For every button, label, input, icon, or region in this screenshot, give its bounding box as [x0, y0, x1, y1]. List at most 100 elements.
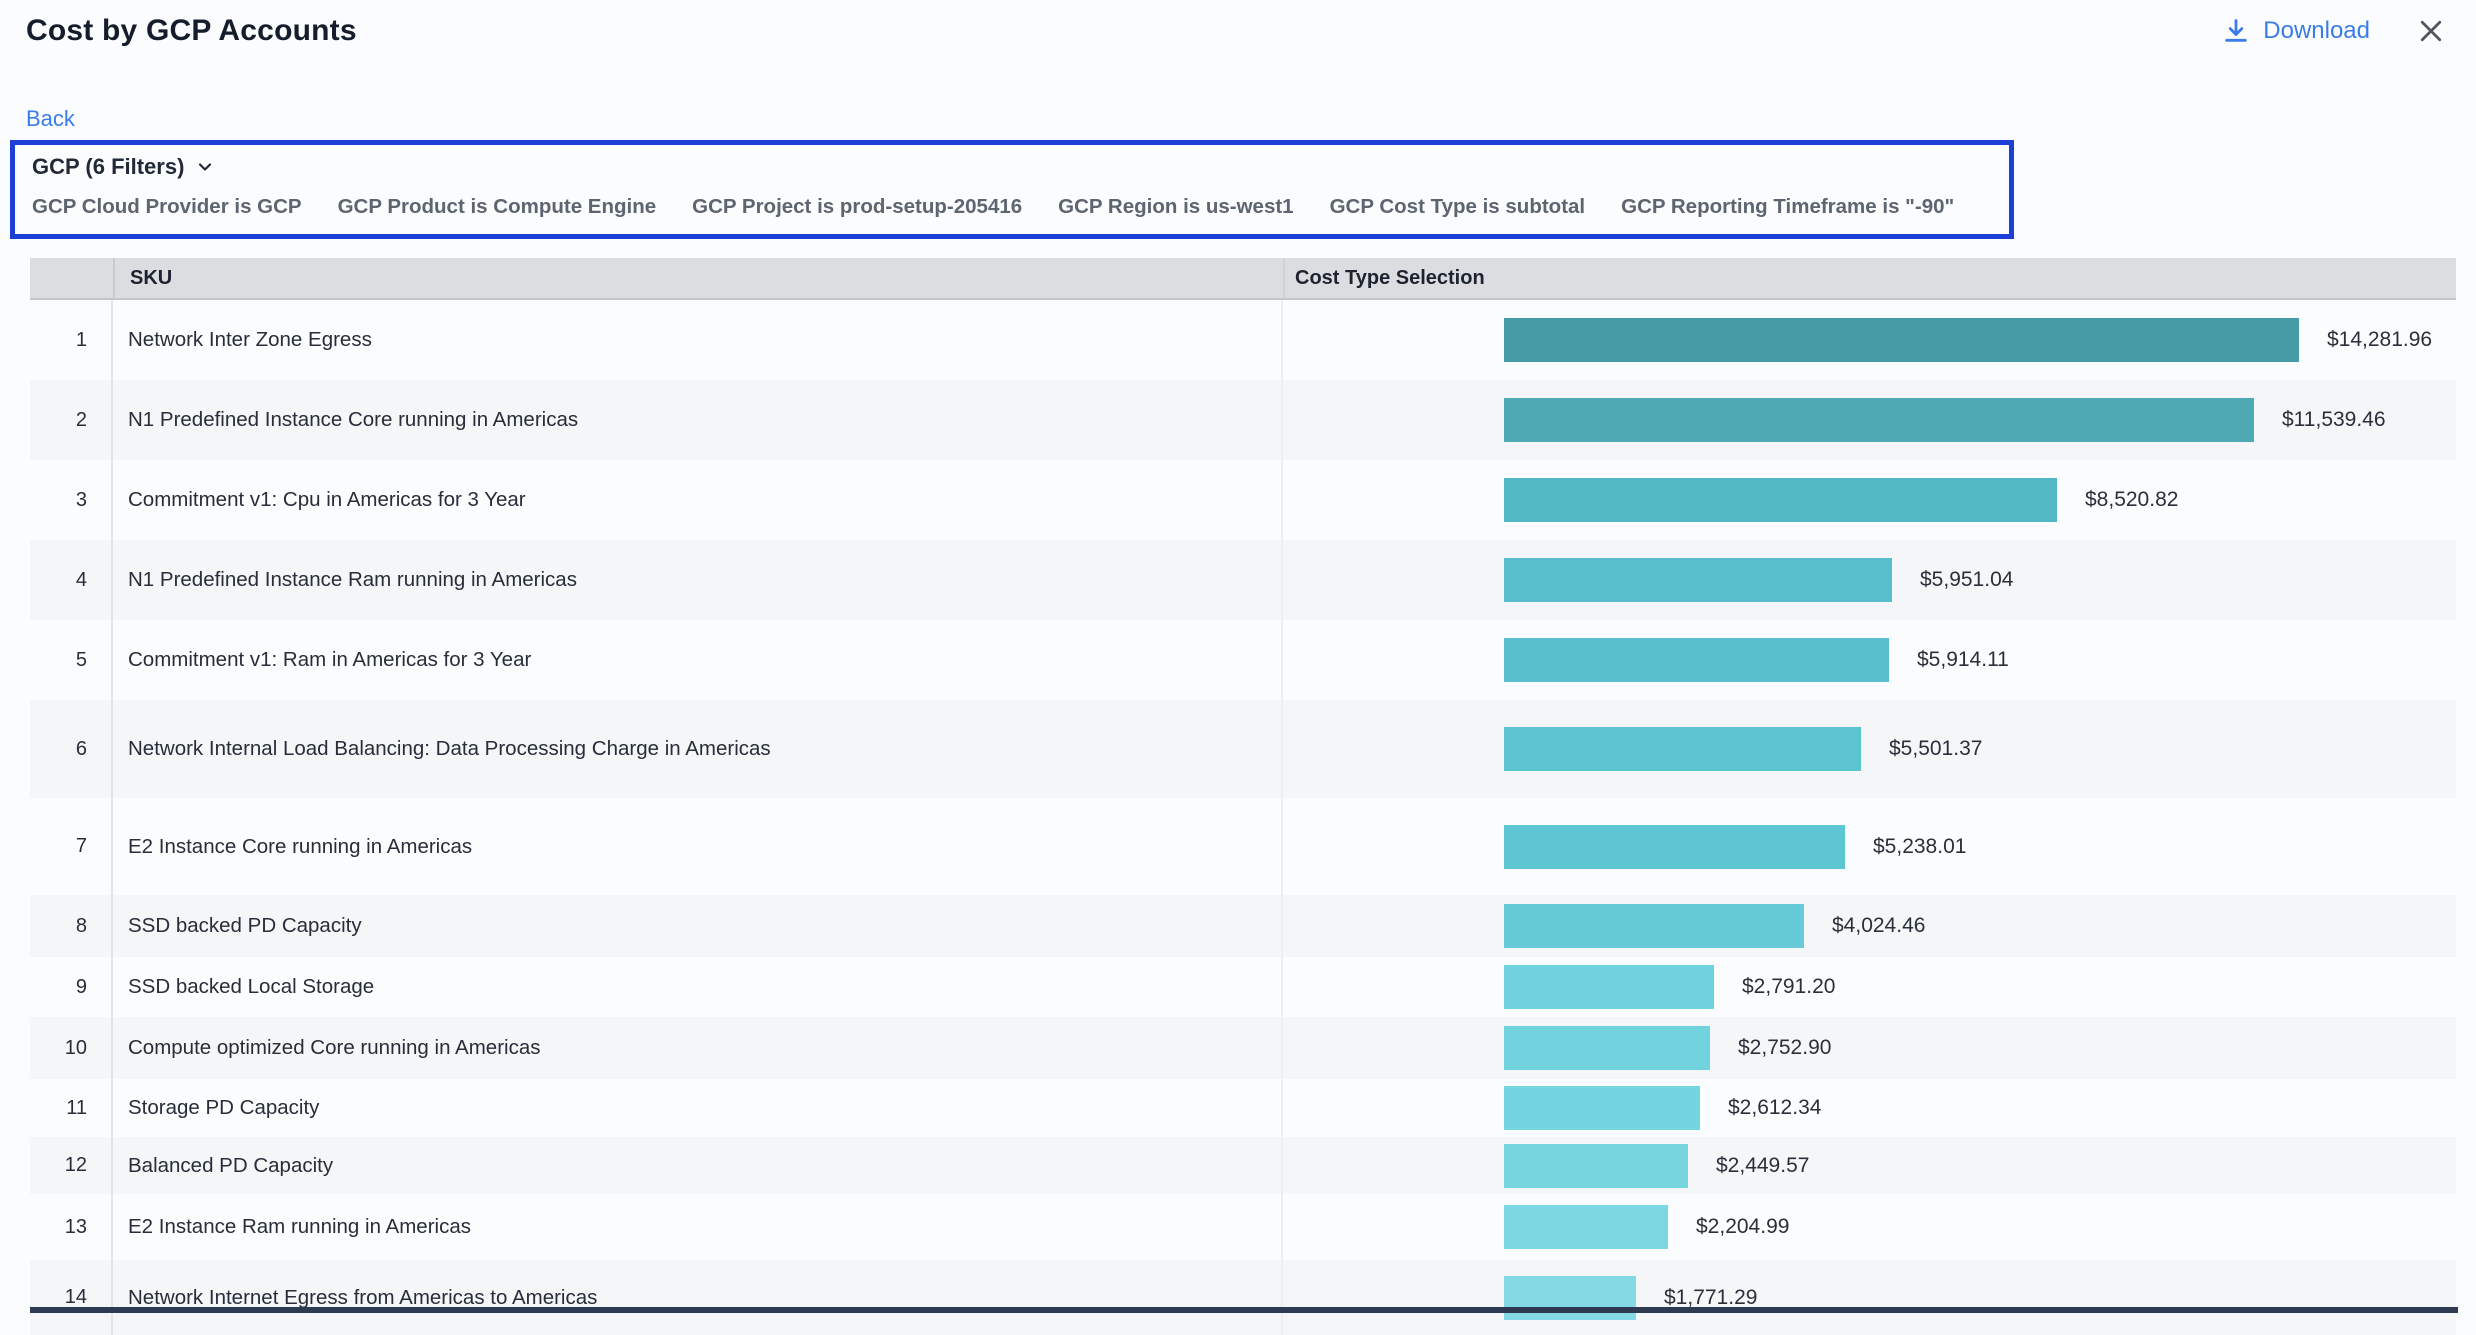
row-number: 5 — [30, 620, 113, 700]
bar-cell: $4,024.46 — [1283, 895, 2456, 957]
filter-chip[interactable]: GCP Cloud Provider is GCP — [32, 195, 302, 219]
cost-value: $8,520.82 — [2085, 488, 2178, 512]
row-number: 2 — [30, 380, 113, 460]
table-row[interactable]: 1Network Inter Zone Egress $14,281.96 — [30, 300, 2456, 380]
filter-chip-list: GCP Cloud Provider is GCP GCP Product is … — [32, 195, 2009, 219]
bar-cell: $5,238.01 — [1283, 798, 2456, 895]
page-title: Cost by GCP Accounts — [26, 14, 357, 48]
cost-bar[interactable] — [1504, 478, 2057, 522]
row-number: 12 — [30, 1137, 113, 1194]
table-row[interactable]: 13E2 Instance Ram running in Americas $2,… — [30, 1194, 2456, 1260]
sku-label: Storage PD Capacity — [113, 1079, 1283, 1137]
sku-label: N1 Predefined Instance Core running in A… — [113, 380, 1283, 460]
cost-bar[interactable] — [1504, 965, 1714, 1009]
chevron-down-icon — [195, 157, 215, 177]
bar-cell: $5,501.37 — [1283, 700, 2456, 798]
cost-bar[interactable] — [1504, 904, 1804, 948]
table-header-row: SKU Cost Type Selection — [30, 258, 2456, 300]
filter-chip[interactable]: GCP Project is prod-setup-205416 — [692, 195, 1022, 219]
bar-cell: $2,449.57 — [1283, 1137, 2456, 1194]
table-row[interactable]: 6Network Internal Load Balancing: Data P… — [30, 700, 2456, 798]
cost-value: $14,281.96 — [2327, 328, 2432, 352]
sku-label: E2 Instance Core running in Americas — [113, 798, 1283, 895]
cost-value: $5,501.37 — [1889, 737, 1982, 761]
table-row[interactable]: 3Commitment v1: Cpu in Americas for 3 Ye… — [30, 460, 2456, 540]
filter-chip[interactable]: GCP Cost Type is subtotal — [1330, 195, 1586, 219]
cost-value: $4,024.46 — [1832, 914, 1925, 938]
table-row[interactable]: 11Storage PD Capacity$2,612.34 — [30, 1079, 2456, 1137]
table-row[interactable]: 10Compute optimized Core running in Amer… — [30, 1017, 2456, 1079]
bar-cell: $11,539.46 — [1283, 380, 2456, 460]
cost-bar[interactable] — [1504, 398, 2254, 442]
close-icon[interactable] — [2416, 16, 2446, 46]
filter-chip[interactable]: GCP Region is us-west1 — [1058, 195, 1293, 219]
row-number: 1 — [30, 300, 113, 380]
bar-cell: $2,612.34 — [1283, 1079, 2456, 1137]
filter-dropdown-label: GCP (6 Filters) — [32, 154, 184, 180]
filter-chip[interactable]: GCP Reporting Timeframe is "-90" — [1621, 195, 1954, 219]
cost-value: $2,204.99 — [1696, 1215, 1789, 1239]
cost-value: $2,449.57 — [1716, 1154, 1809, 1178]
bar-cell: $14,281.96 — [1283, 300, 2456, 380]
cost-bar[interactable] — [1504, 1205, 1668, 1249]
cost-value: $2,791.20 — [1742, 975, 1835, 999]
row-number: 13 — [30, 1194, 113, 1260]
cost-bar[interactable] — [1504, 1086, 1700, 1130]
table-row[interactable]: 8SSD backed PD Capacity$4,024.46 — [30, 895, 2456, 957]
table-row[interactable]: 7E2 Instance Core running in Americas $5,… — [30, 798, 2456, 895]
table-row[interactable]: 4N1 Predefined Instance Ram running in A… — [30, 540, 2456, 620]
sku-label: E2 Instance Ram running in Americas — [113, 1194, 1283, 1260]
cost-value: $5,238.01 — [1873, 835, 1966, 859]
cost-value: $5,951.04 — [1920, 568, 2013, 592]
download-icon — [2222, 17, 2250, 45]
cost-value: $11,539.46 — [2282, 408, 2386, 432]
table-row[interactable]: 2N1 Predefined Instance Core running in … — [30, 380, 2456, 460]
filter-dropdown[interactable]: GCP (6 Filters) — [32, 154, 215, 180]
sku-label: Commitment v1: Ram in Americas for 3 Yea… — [113, 620, 1283, 700]
row-number: 3 — [30, 460, 113, 540]
download-label: Download — [2263, 17, 2370, 45]
cost-value: $1,771.29 — [1664, 1286, 1757, 1310]
cost-bar[interactable] — [1504, 318, 2299, 362]
cost-bar[interactable] — [1504, 558, 1892, 602]
cost-type-selection-column-header: Cost Type Selection — [1285, 258, 2456, 298]
sku-column-header: SKU — [115, 258, 1285, 298]
cost-value: $2,752.90 — [1738, 1036, 1831, 1060]
row-number: 4 — [30, 540, 113, 620]
cost-bar[interactable] — [1504, 638, 1889, 682]
bar-cell: $8,520.82 — [1283, 460, 2456, 540]
cost-bar[interactable] — [1504, 727, 1861, 771]
cost-bar[interactable] — [1504, 825, 1845, 869]
cost-value: $2,612.34 — [1728, 1096, 1821, 1120]
row-number-column-header — [30, 258, 115, 298]
bar-cell: $5,951.04 — [1283, 540, 2456, 620]
cost-bar[interactable] — [1504, 1144, 1688, 1188]
sku-label: Network Internet Egress from Americas to… — [113, 1260, 1283, 1335]
row-number: 6 — [30, 700, 113, 798]
sku-label: N1 Predefined Instance Ram running in Am… — [113, 540, 1283, 620]
sku-label: Network Inter Zone Egress — [113, 300, 1283, 380]
top-bar: Cost by GCP Accounts Download — [0, 0, 2476, 48]
download-button[interactable]: Download — [2222, 17, 2370, 45]
sku-label: Compute optimized Core running in Americ… — [113, 1017, 1283, 1079]
bar-cell: $1,771.29 — [1283, 1260, 2456, 1335]
bar-cell: $2,204.99 — [1283, 1194, 2456, 1260]
table-row[interactable]: 5Commitment v1: Ram in Americas for 3 Ye… — [30, 620, 2456, 700]
bar-cell: $5,914.11 — [1283, 620, 2456, 700]
row-number: 7 — [30, 798, 113, 895]
sku-label: SSD backed Local Storage — [113, 957, 1283, 1017]
cost-value: $5,914.11 — [1917, 648, 2009, 672]
cost-table: SKU Cost Type Selection 1Network Inter Z… — [30, 258, 2456, 1335]
bottom-edge-line — [30, 1307, 2458, 1313]
sku-label: Balanced PD Capacity — [113, 1137, 1283, 1194]
table-row[interactable]: 12Balanced PD Capacity $2,449.57 — [30, 1137, 2456, 1194]
cost-bar[interactable] — [1504, 1026, 1710, 1070]
back-link[interactable]: Back — [26, 106, 75, 132]
row-number: 10 — [30, 1017, 113, 1079]
row-number: 8 — [30, 895, 113, 957]
filter-chip[interactable]: GCP Product is Compute Engine — [338, 195, 657, 219]
table-row[interactable]: 9SSD backed Local Storage$2,791.20 — [30, 957, 2456, 1017]
sku-label: Network Internal Load Balancing: Data Pr… — [113, 700, 1283, 798]
table-row[interactable]: 14Network Internet Egress from Americas … — [30, 1260, 2456, 1335]
bar-cell: $2,752.90 — [1283, 1017, 2456, 1079]
